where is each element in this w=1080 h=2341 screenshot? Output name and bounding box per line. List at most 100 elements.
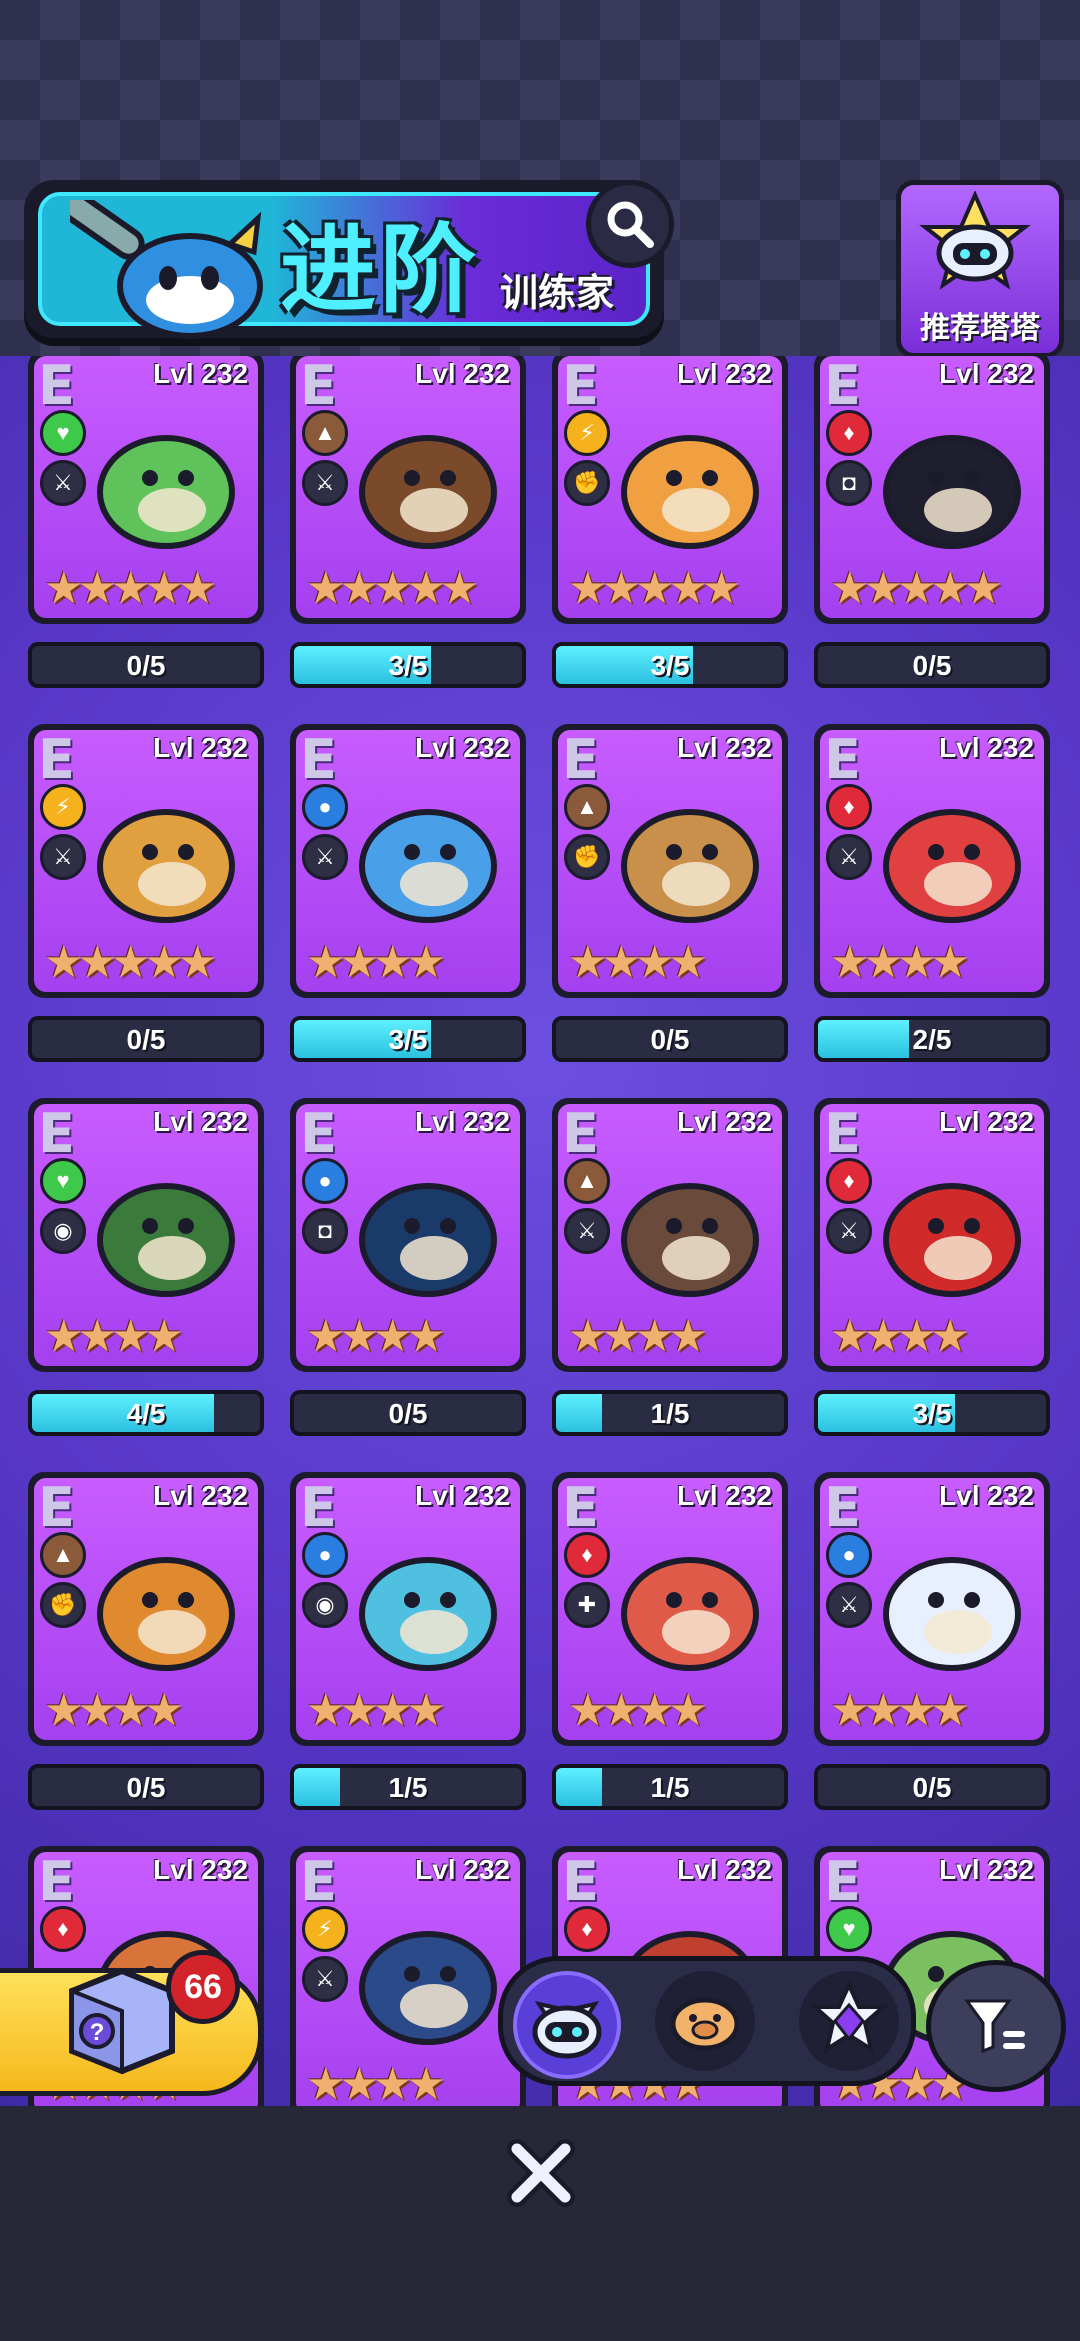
level-label: Lvl 232: [677, 358, 772, 389]
star-rating: ★★★★: [830, 1312, 970, 1361]
creature-portrait: [97, 435, 235, 549]
fire-element-icon: ♦: [826, 1158, 872, 1204]
star-rating: ★★★★: [830, 1686, 970, 1735]
level-label: Lvl 232: [677, 1106, 772, 1137]
fire-element-icon: ♦: [826, 784, 872, 830]
earth-element-icon: ▲: [302, 410, 348, 456]
rank-letter: E: [38, 730, 75, 791]
progress-text: 1/5: [650, 1398, 690, 1429]
water-element-icon: ●: [826, 1532, 872, 1578]
upgrade-progress-bar: 4/5: [28, 1390, 264, 1436]
upgrade-progress-bar: 0/5: [552, 1016, 788, 1062]
level-label: Lvl 232: [677, 732, 772, 763]
tab-star-gem[interactable]: [799, 1971, 899, 2071]
trainer-card[interactable]: E Lvl 232 ⚡ ⚔ ★★★★★: [28, 724, 264, 998]
trainer-card[interactable]: E Lvl 232 ▲ ✊ ★★★★: [552, 724, 788, 998]
sword-icon: ⚔: [40, 834, 86, 880]
grass-element-icon: ♥: [826, 1906, 872, 1952]
trainer-card[interactable]: E Lvl 232 ● ◘ ★★★★: [290, 1098, 526, 1372]
trainer-card-grid: E Lvl 232 ♥ ⚔ ★★★★★ 0/5 E Lvl 232 ▲ ⚔ ★★★★★ 3/5 E Lvl…: [0, 356, 1080, 2106]
progress-text: 3/5: [650, 650, 690, 681]
level-label: Lvl 232: [153, 358, 248, 389]
tab-robot-cat[interactable]: [513, 1971, 621, 2079]
robot-cat-icon: [919, 191, 1031, 290]
level-label: Lvl 232: [415, 1106, 510, 1137]
upgrade-progress-bar: 3/5: [552, 642, 788, 688]
star-rating: ★★★★★: [44, 938, 217, 987]
cat-robot-icon: [532, 2001, 602, 2059]
trainer-card[interactable]: E Lvl 232 ♦ ✚ ★★★★: [552, 1472, 788, 1746]
upgrade-progress-bar: 3/5: [290, 642, 526, 688]
upgrade-progress-bar: 0/5: [28, 1016, 264, 1062]
level-label: Lvl 232: [153, 1854, 248, 1885]
trainer-card[interactable]: E Lvl 232 ⚡ ✊ ★★★★★: [552, 356, 788, 624]
star-rating: ★★★★: [44, 1312, 184, 1361]
upgrade-progress-bar: 0/5: [28, 1764, 264, 1810]
fire-element-icon: ♦: [564, 1906, 610, 1952]
pig-icon: [670, 1997, 740, 2051]
rank-letter: E: [562, 730, 599, 791]
progress-text: 0/5: [912, 1772, 952, 1803]
shield-icon: ◘: [302, 1208, 348, 1254]
page-subtitle: 训练家: [500, 271, 615, 315]
trainer-card[interactable]: E Lvl 232 ♦ ⚔ ★★★★: [814, 724, 1050, 998]
upgrade-progress-bar: 2/5: [814, 1016, 1050, 1062]
filter-button[interactable]: [926, 1960, 1066, 2092]
grass-element-icon: ♥: [40, 1158, 86, 1204]
level-label: Lvl 232: [415, 358, 510, 389]
trainer-card[interactable]: E Lvl 232 ▲ ⚔ ★★★★: [552, 1098, 788, 1372]
creature-portrait: [359, 809, 497, 923]
progress-text: 0/5: [126, 650, 166, 681]
water-element-icon: ●: [302, 784, 348, 830]
trainer-card[interactable]: E Lvl 232 ● ⚔ ★★★★: [290, 724, 526, 998]
close-button[interactable]: [498, 2130, 584, 2216]
progress-text: 2/5: [912, 1024, 952, 1055]
water-element-icon: ●: [302, 1532, 348, 1578]
earth-element-icon: ▲: [564, 1158, 610, 1204]
eye-icon: ◉: [302, 1582, 348, 1628]
sword-icon: ⚔: [826, 1208, 872, 1254]
rank-letter: E: [562, 1852, 599, 1913]
upgrade-progress-bar: 1/5: [552, 1390, 788, 1436]
trainer-card[interactable]: E Lvl 232 ⚡ ⚔ ★★★★: [290, 1846, 526, 2106]
trainer-card[interactable]: E Lvl 232 ▲ ⚔ ★★★★★: [290, 356, 526, 624]
mystery-box-icon: ?: [69, 1967, 175, 2075]
search-button[interactable]: [586, 180, 674, 268]
creature-portrait: [359, 1183, 497, 1297]
sword-icon: ⚔: [826, 834, 872, 880]
upgrade-progress-bar: 1/5: [290, 1764, 526, 1810]
creature-portrait: [97, 809, 235, 923]
progress-text: 0/5: [912, 650, 952, 681]
trainer-card[interactable]: E Lvl 232 ● ◉ ★★★★: [290, 1472, 526, 1746]
level-label: Lvl 232: [153, 1480, 248, 1511]
progress-text: 3/5: [912, 1398, 952, 1429]
electric-element-icon: ⚡: [302, 1906, 348, 1952]
trainer-card[interactable]: E Lvl 232 ● ⚔ ★★★★: [814, 1472, 1050, 1746]
trainer-card[interactable]: E Lvl 232 ▲ ✊ ★★★★: [28, 1472, 264, 1746]
trainer-card[interactable]: E Lvl 232 ♦ ◘ ★★★★★: [814, 356, 1050, 624]
upgrade-progress-bar: 0/5: [814, 1764, 1050, 1810]
recommend-button[interactable]: 推荐塔塔: [896, 180, 1064, 358]
fire-element-icon: ♦: [40, 1906, 86, 1952]
star-gem-icon: [809, 1981, 889, 2054]
star-rating: ★★★★: [568, 1686, 708, 1735]
level-label: Lvl 232: [939, 358, 1034, 389]
trainer-card[interactable]: E Lvl 232 ♥ ⚔ ★★★★★: [28, 356, 264, 624]
upgrade-progress-bar: 3/5: [814, 1390, 1050, 1436]
trainer-card[interactable]: E Lvl 232 ♦ ⚔ ★★★★: [814, 1098, 1050, 1372]
close-icon: [507, 2139, 575, 2207]
earth-element-icon: ▲: [564, 784, 610, 830]
fire-element-icon: ♦: [564, 1532, 610, 1578]
fist-icon: ✊: [564, 834, 610, 880]
rank-letter: E: [300, 1852, 337, 1913]
header: 进阶 训练家 推荐塔塔: [0, 0, 1080, 360]
trainer-card[interactable]: E Lvl 232 ♥ ◉ ★★★★: [28, 1098, 264, 1372]
level-label: Lvl 232: [153, 732, 248, 763]
level-label: Lvl 232: [939, 1106, 1034, 1137]
progress-text: 0/5: [650, 1024, 690, 1055]
tab-pig[interactable]: [655, 1971, 755, 2071]
creature-portrait: [359, 1557, 497, 1671]
star-rating: ★★★★: [306, 1312, 446, 1361]
creature-portrait: [359, 1931, 497, 2045]
star-rating: ★★★★: [306, 938, 446, 987]
